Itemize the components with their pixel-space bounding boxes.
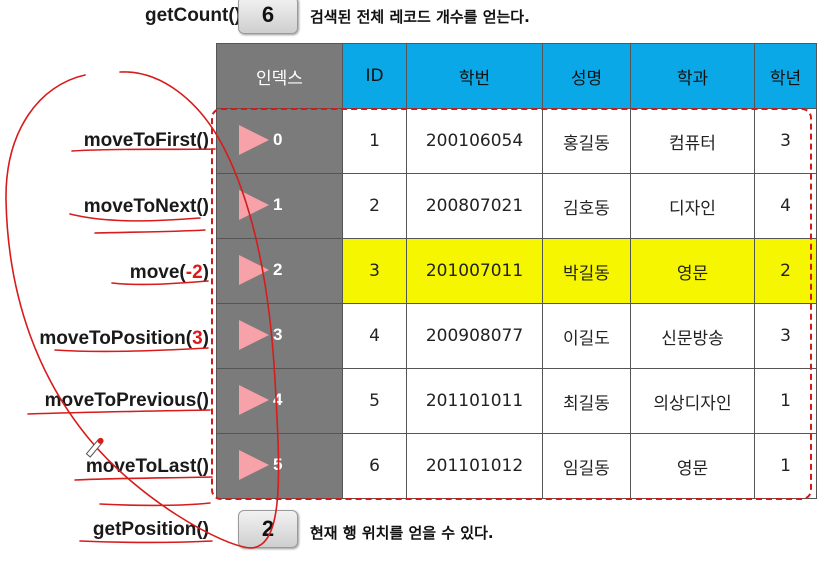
ink-big-loop	[5, 71, 280, 549]
ink-underline-last	[74, 476, 213, 481]
ink-underline-position	[54, 347, 209, 353]
ink-annotations	[5, 71, 280, 549]
ink-stroke-2	[99, 502, 211, 507]
ink-underline-first	[71, 148, 216, 152]
ink-underline-next	[69, 213, 201, 222]
ink-stroke-1	[94, 229, 206, 234]
ink-underline-move	[111, 280, 209, 286]
ink-underline-previous	[27, 409, 211, 415]
ink-underline-position-bottom	[79, 540, 213, 544]
